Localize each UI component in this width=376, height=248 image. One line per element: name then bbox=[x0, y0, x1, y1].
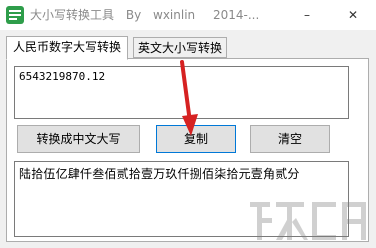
clear-button-label: 清空 bbox=[277, 132, 302, 146]
close-icon: ✕ bbox=[347, 8, 359, 22]
app-icon bbox=[6, 6, 24, 24]
convert-button[interactable]: 转换成中文大写 bbox=[17, 125, 140, 153]
title-by: By bbox=[125, 8, 142, 22]
tab-rmb-uppercase[interactable]: 人民币数字大写转换 bbox=[6, 36, 128, 60]
minimize-button[interactable]: – bbox=[284, 0, 330, 30]
title-author: wxinlin bbox=[153, 8, 196, 22]
close-button[interactable]: ✕ bbox=[330, 0, 376, 30]
convert-button-label: 转换成中文大写 bbox=[36, 132, 121, 146]
clear-button[interactable]: 清空 bbox=[250, 125, 330, 153]
window-title: 大小写转换工具 By wxinlin 2014-... bbox=[30, 6, 259, 24]
title-app-name: 大小写转换工具 bbox=[30, 8, 115, 22]
watermark-logo-icon bbox=[250, 202, 366, 240]
number-input-value: 6543219870.12 bbox=[19, 70, 106, 83]
result-output-value: 陆拾伍亿肆仟叁佰贰拾壹万玖仟捌佰柒拾元壹角贰分 bbox=[19, 167, 300, 181]
tab-label: 英文大小写转换 bbox=[137, 41, 222, 55]
annotation-arrow-icon bbox=[180, 60, 198, 136]
tab-english-case[interactable]: 英文大小写转换 bbox=[133, 37, 227, 58]
tab-label: 人民币数字大写转换 bbox=[12, 40, 121, 54]
minimize-icon: – bbox=[304, 8, 310, 22]
title-year: 2014-... bbox=[212, 8, 260, 22]
